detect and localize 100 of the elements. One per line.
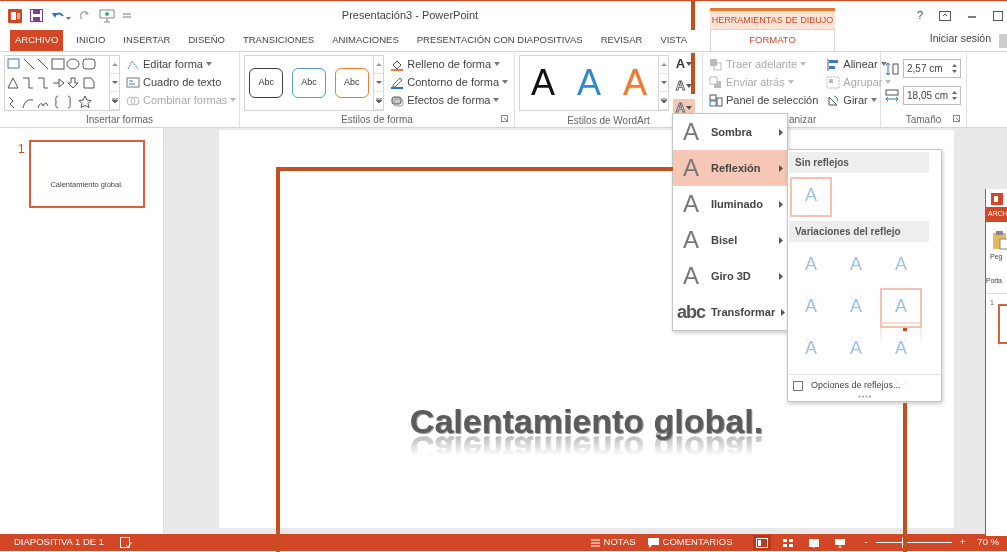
- menu-item[interactable]: A Bisel: [673, 222, 787, 258]
- save-icon[interactable]: [30, 9, 43, 22]
- command-button[interactable]: Alinear: [824, 55, 894, 73]
- submenu-arrow-icon: [779, 236, 783, 244]
- scroll-up-icon[interactable]: [375, 62, 382, 67]
- command-button[interactable]: Editar forma: [124, 55, 239, 73]
- caret-icon: [800, 62, 807, 66]
- zoom-out-button[interactable]: -: [864, 535, 868, 550]
- maximize-icon[interactable]: [993, 10, 1003, 21]
- menu-item[interactable]: A Giro 3D: [673, 258, 787, 294]
- spin-arrows-icon[interactable]: [952, 64, 957, 73]
- menu-item[interactable]: A Iluminado: [673, 186, 787, 222]
- redo-icon[interactable]: [79, 9, 91, 22]
- slide-title: Calentamiento global.: [409, 402, 764, 440]
- submenu-arrow-icon: [781, 308, 786, 316]
- comment-icon: [647, 537, 659, 548]
- submenu-arrow-icon: [779, 128, 783, 136]
- ribbon-tab[interactable]: FORMATO: [710, 29, 835, 51]
- group-label: Insertar formas: [85, 114, 154, 125]
- caret-icon: [205, 62, 212, 66]
- caret-icon: [686, 84, 693, 88]
- gallery-more-icon[interactable]: [375, 98, 382, 103]
- ribbon-display-icon[interactable]: [939, 10, 951, 21]
- menu-item[interactable]: A Reflexión: [673, 150, 787, 186]
- options-link[interactable]: Opciones de reflejos...: [811, 379, 901, 393]
- ribbon-tab[interactable]: ARCHIVO: [10, 30, 64, 51]
- wordart-style-sample[interactable]: A: [521, 65, 565, 101]
- spin-arrows-icon[interactable]: [952, 91, 957, 100]
- gallery-more-icon[interactable]: [660, 98, 667, 103]
- scroll-down-icon[interactable]: [111, 80, 118, 85]
- width-icon: [885, 88, 899, 103]
- gallery-more-icon[interactable]: [111, 98, 118, 103]
- shape-style-swatch[interactable]: Abc: [292, 68, 327, 98]
- scroll-down-icon[interactable]: [375, 80, 382, 85]
- ribbon-tab[interactable]: PRESENTACIÓN CON DIAPOSITIVAS: [411, 30, 588, 51]
- command-button[interactable]: Girar: [824, 91, 894, 109]
- bring-forward-icon: [709, 57, 723, 71]
- ribbon-tab[interactable]: DISEÑO: [183, 30, 230, 51]
- group-label: anizar: [789, 114, 817, 125]
- view-button[interactable]: [752, 535, 771, 550]
- slide-thumbnail[interactable]: [997, 303, 1007, 344]
- group-label: Estilos de forma: [341, 114, 413, 125]
- caret-icon: [502, 80, 508, 84]
- ribbon-tab[interactable]: INSERTAR: [118, 30, 176, 51]
- scroll-up-icon[interactable]: [111, 62, 118, 67]
- shape-style-swatch[interactable]: Abc: [249, 68, 284, 98]
- ribbon-tab[interactable]: REVISAR: [595, 30, 648, 51]
- menu-item[interactable]: A Sombra: [673, 114, 787, 150]
- slideshow-icon[interactable]: [99, 8, 115, 23]
- help-button[interactable]: ?: [916, 7, 923, 24]
- caret-icon: [686, 62, 693, 66]
- dialog-launcher-icon[interactable]: [953, 115, 960, 122]
- send-backward-icon: [709, 75, 723, 89]
- resize-grip-icon[interactable]: [858, 394, 872, 398]
- rotate-icon: [826, 93, 841, 107]
- command-button[interactable]: Relleno de forma: [388, 55, 510, 73]
- caret-icon: [787, 80, 794, 84]
- section-header: Variaciones del reflejo: [789, 221, 929, 242]
- submenu-arrow-icon: [779, 272, 783, 280]
- wordart-style-sample[interactable]: A: [567, 65, 611, 101]
- caret-icon: [686, 106, 693, 110]
- ribbon-tab[interactable]: ANIMACIONES: [327, 30, 404, 51]
- command-button[interactable]: Efectos de forma: [388, 91, 510, 109]
- scroll-down-icon[interactable]: [660, 80, 667, 85]
- ribbon-tab[interactable]: TRANSICIONES: [237, 30, 320, 51]
- command-button[interactable]: Cuadro de texto: [124, 73, 239, 91]
- merge-shapes-icon: [126, 93, 140, 107]
- normal-view-icon: [755, 537, 768, 548]
- group-label: Estilos de WordArt: [567, 115, 650, 126]
- paste-icon[interactable]: [992, 229, 1007, 250]
- notes-button[interactable]: NOTAS: [590, 535, 636, 550]
- ribbon-tab[interactable]: INICIO: [71, 30, 111, 51]
- comments-button[interactable]: COMENTARIOS: [647, 535, 733, 550]
- submenu-arrow-icon: [779, 164, 783, 172]
- command-button[interactable]: Panel de selección: [707, 91, 821, 109]
- group-icon: [826, 75, 841, 89]
- slideshow-icon: [833, 537, 846, 548]
- dialog-launcher-icon[interactable]: [501, 115, 508, 122]
- slide-number: 1: [18, 141, 25, 158]
- menu-item[interactable]: abc Transformar: [673, 294, 787, 330]
- sign-in-link[interactable]: Iniciar sesión: [929, 31, 999, 51]
- spin-field[interactable]: 2,57 cm: [903, 59, 961, 78]
- text-box-icon: [126, 75, 140, 89]
- text-effect-button[interactable]: A: [673, 55, 695, 73]
- section-header: Sin reflejos: [789, 152, 929, 173]
- command-button[interactable]: Contorno de forma: [388, 73, 510, 91]
- checkbox[interactable]: [793, 380, 803, 391]
- app-logo-icon: [991, 193, 1003, 205]
- spin-field[interactable]: 18,05 cm: [903, 86, 961, 105]
- caret-icon: [885, 80, 892, 84]
- ribbon-tab[interactable]: VISTA: [655, 30, 693, 51]
- caret-icon: [493, 98, 500, 102]
- zoom-in-button[interactable]: +: [959, 535, 966, 550]
- zoom-level[interactable]: 70 %: [977, 535, 999, 550]
- shape-style-swatch[interactable]: Abc: [334, 68, 369, 98]
- pen-icon: [390, 75, 405, 89]
- group-label: Tamaño: [905, 114, 942, 125]
- scroll-up-icon[interactable]: [660, 62, 667, 67]
- spell-check-icon[interactable]: [120, 537, 133, 548]
- caret-icon: [494, 62, 501, 66]
